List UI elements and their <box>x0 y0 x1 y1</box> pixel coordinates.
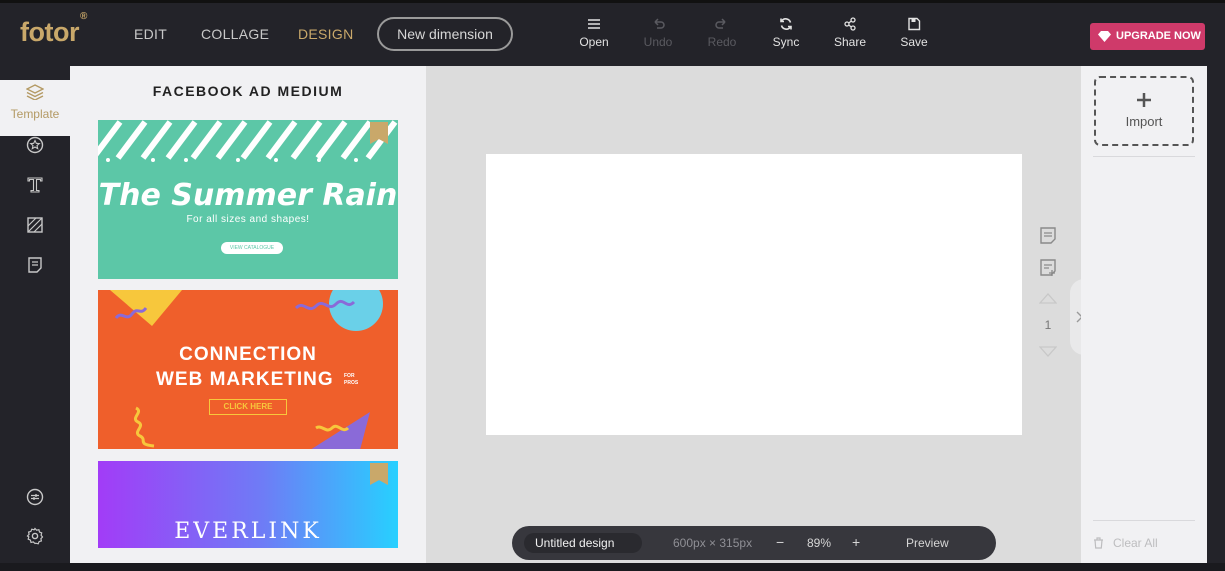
upgrade-label: UPGRADE NOW <box>1116 30 1201 42</box>
panel-title: FACEBOOK AD MEDIUM <box>152 83 344 99</box>
save-icon <box>908 17 921 31</box>
nav-design[interactable]: DESIGN <box>298 26 353 42</box>
notes-icon <box>28 257 42 273</box>
clear-all-button[interactable]: Clear All <box>1094 536 1158 550</box>
template-card-connection[interactable]: CONNECTION WEB MARKETING FOR PROS CLICK … <box>98 290 398 449</box>
clear-all-label: Clear All <box>1113 536 1158 550</box>
open-button[interactable]: Open <box>569 17 619 49</box>
divider <box>1093 156 1195 157</box>
rail-background[interactable] <box>0 216 70 239</box>
sync-label: Sync <box>772 35 800 49</box>
nav-collage[interactable]: COLLAGE <box>201 26 269 42</box>
template-line1: CONNECTION <box>179 344 317 365</box>
page-notes-icon[interactable] <box>1039 226 1057 246</box>
top-bar: fotor® EDIT COLLAGE DESIGN New dimension… <box>0 0 1225 66</box>
bottom-bar: Untitled design 600px × 315px − 89% + Pr… <box>512 526 996 560</box>
undo-icon <box>654 18 665 29</box>
template-subtitle: For all sizes and shapes! <box>186 214 310 225</box>
page-tools: 1 <box>1030 226 1066 358</box>
background-icon <box>27 217 43 233</box>
new-dimension-button[interactable]: New dimension <box>377 17 513 51</box>
plus-icon <box>1137 93 1151 107</box>
template-tag: FOR PROS <box>344 373 359 386</box>
rail-notes[interactable] <box>0 256 70 279</box>
undo-button[interactable]: Undo <box>633 17 683 49</box>
rail-settings[interactable] <box>0 527 70 550</box>
fotor-app: fotor® EDIT COLLAGE DESIGN New dimension… <box>0 0 1225 571</box>
layers-icon <box>25 84 45 101</box>
premium-badge-icon <box>370 463 388 485</box>
star-icon <box>26 136 44 154</box>
page-down-icon[interactable] <box>1039 346 1057 358</box>
save-label: Save <box>900 35 928 49</box>
upgrade-now-button[interactable]: UPGRADE NOW <box>1090 23 1205 50</box>
redo-icon <box>715 18 726 29</box>
rail-text[interactable] <box>0 176 70 199</box>
template-line2: WEB MARKETING <box>156 369 334 390</box>
canvas-size: 600px × 315px <box>673 536 753 550</box>
redo-button[interactable]: Redo <box>697 17 747 49</box>
rail-template[interactable]: Template <box>0 80 70 136</box>
sync-button[interactable]: Sync <box>761 17 811 49</box>
save-button[interactable]: Save <box>889 17 939 49</box>
template-panel: FACEBOOK AD MEDIUM The Summer Rain For a… <box>70 66 426 563</box>
divider <box>1093 520 1195 521</box>
undo-label: Undo <box>643 35 673 49</box>
template-card-everlink[interactable]: EVERLINK <box>98 461 398 548</box>
gear-icon <box>26 527 44 545</box>
import-label: Import <box>1125 114 1163 129</box>
trash-icon <box>1094 537 1103 549</box>
stripes-decoration <box>98 120 398 162</box>
settings-sliders-icon <box>26 488 44 506</box>
preview-button[interactable]: Preview <box>906 536 949 550</box>
zoom-level: 89% <box>807 536 832 550</box>
canvas-stage: 1 Untitled design 600px × 315px − 89% + … <box>426 66 1088 563</box>
redo-label: Redo <box>707 35 737 49</box>
zoom-out-button[interactable]: − <box>776 534 784 550</box>
sync-icon <box>780 18 792 30</box>
import-button[interactable]: Import <box>1094 76 1194 146</box>
text-icon <box>27 177 43 193</box>
share-label: Share <box>833 35 867 49</box>
share-icon <box>844 17 856 31</box>
diamond-icon <box>1098 31 1111 42</box>
page-number: 1 <box>1044 318 1052 332</box>
menu-icon <box>588 19 600 29</box>
fotor-logo[interactable]: fotor® <box>20 11 87 48</box>
zoom-in-button[interactable]: + <box>852 534 860 550</box>
page-up-icon[interactable] <box>1039 292 1057 304</box>
design-canvas[interactable] <box>486 154 1022 435</box>
rail-adjust[interactable] <box>0 488 70 511</box>
left-rail: Template <box>0 66 70 563</box>
template-cta: VIEW CATALOGUE <box>221 242 283 254</box>
rail-template-label: Template <box>10 107 60 121</box>
template-title: The Summer Rain <box>98 178 398 213</box>
template-card-summer-rain[interactable]: The Summer Rain For all sizes and shapes… <box>98 120 398 279</box>
nav-edit[interactable]: EDIT <box>134 26 167 42</box>
template-cta: CLICK HERE <box>209 399 287 415</box>
template-title: EVERLINK <box>174 519 322 544</box>
add-page-icon[interactable] <box>1039 258 1057 278</box>
design-name-field[interactable]: Untitled design <box>524 533 642 553</box>
right-edge-strip <box>1207 66 1225 563</box>
bottom-edge-strip <box>0 563 1225 571</box>
right-panel: Import Clear All <box>1081 66 1207 563</box>
rail-elements[interactable] <box>0 136 70 159</box>
share-button[interactable]: Share <box>825 17 875 49</box>
open-label: Open <box>579 35 609 49</box>
